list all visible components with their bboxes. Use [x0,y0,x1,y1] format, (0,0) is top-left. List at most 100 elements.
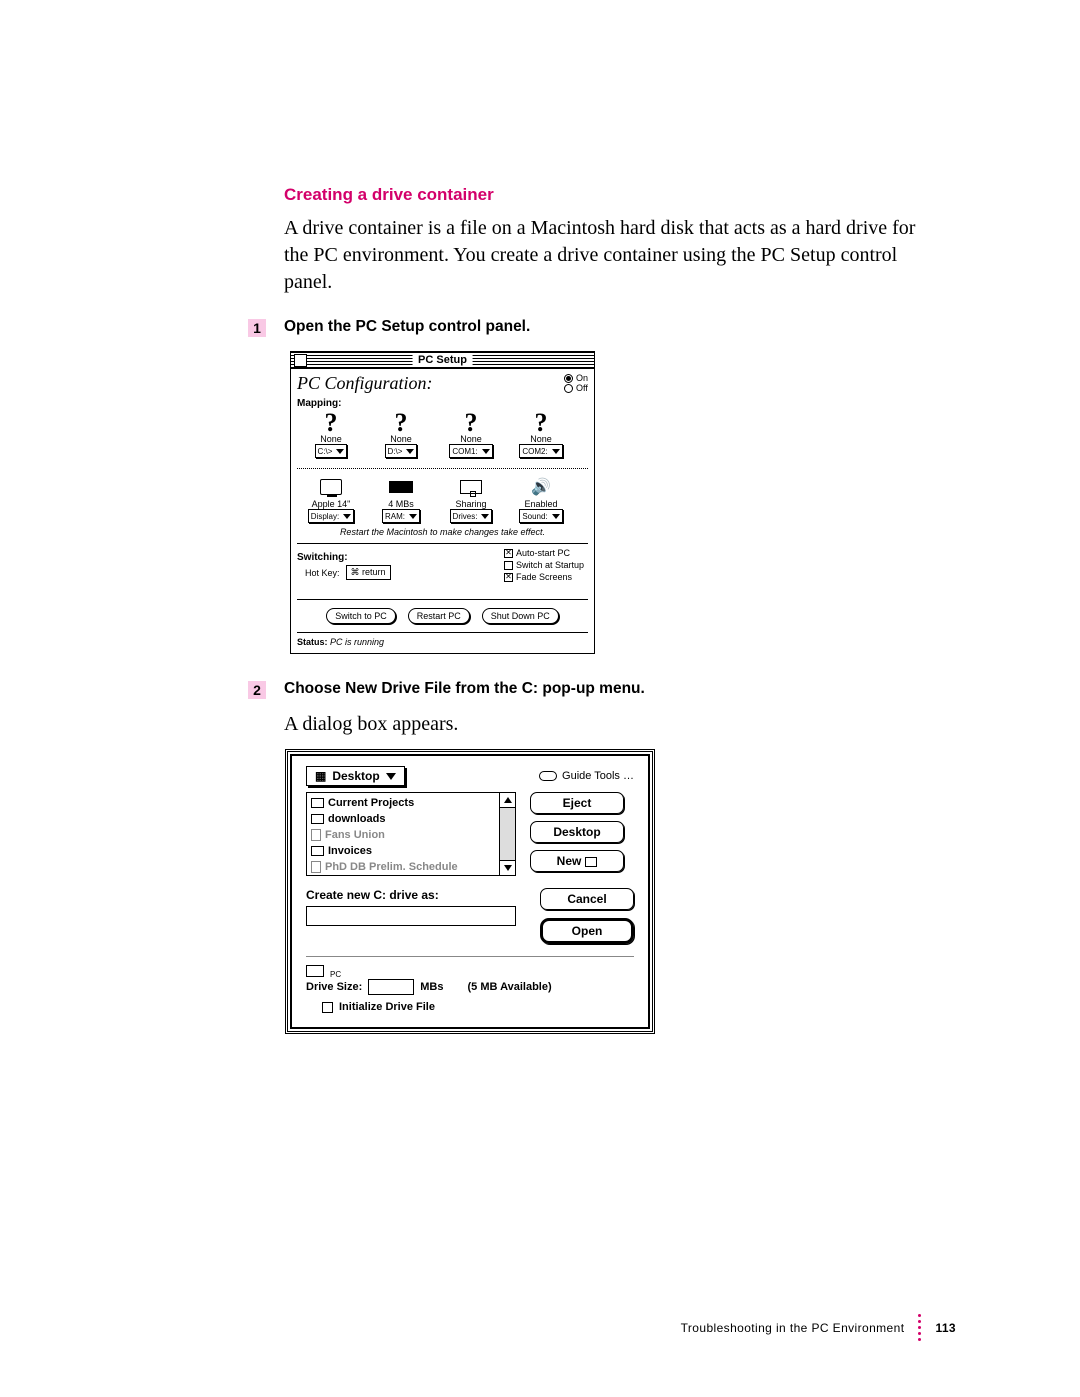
chevron-down-icon [343,514,351,519]
list-item[interactable]: Current Projects [311,795,495,811]
filename-input[interactable] [306,906,516,926]
chk-fade-label: Fade Screens [516,572,572,582]
cancel-button[interactable]: Cancel [540,888,634,910]
step-1-number: 1 [248,319,266,337]
map-c-label: None [303,434,359,444]
ram-label: 4 MBs [373,499,429,509]
radio-on-icon [564,374,573,383]
new-folder-icon [585,857,597,867]
config-heading: PC Configuration: [297,373,433,394]
available-label: (5 MB Available) [467,981,551,993]
file-name: downloads [328,813,385,825]
file-name: PhD DB Prelim. Schedule [325,861,458,873]
sharing-label: Sharing [443,499,499,509]
step-2: 2 Choose New Drive File from the C: pop-… [248,680,920,699]
speaker-icon: 🔊 [531,477,551,497]
chk-fade[interactable]: ✕Fade Screens [504,572,584,582]
status-bar: Status: PC is running [297,632,588,647]
sound-popup[interactable]: Sound: [519,509,562,523]
step-1-text: Open the PC Setup control panel. [284,318,530,336]
file-list[interactable]: Current Projects downloads Fans Union In… [306,792,516,876]
disk-icon [539,771,557,781]
divider [306,956,634,957]
step-1: 1 Open the PC Setup control panel. [248,318,920,337]
pc-icon [306,965,324,977]
file-name: Current Projects [328,797,414,809]
drives-popup[interactable]: Drives: [450,509,493,523]
chevron-down-icon [552,449,560,454]
com2-popup[interactable]: COM2: [519,444,562,458]
d-drive-popup[interactable]: D:\> [385,444,418,458]
question-icon: ? [513,411,569,434]
list-item[interactable]: downloads [311,811,495,827]
folder-icon [311,846,324,856]
section-heading: Creating a drive container [284,185,920,205]
setting-display: Apple 14" Display: [303,477,359,523]
new-folder-button[interactable]: New [530,850,624,872]
scroll-track[interactable] [500,808,515,860]
pc-setup-titlebar: PC Setup [290,351,595,369]
drive-size-label: Drive Size: [306,981,362,993]
list-item[interactable]: Invoices [311,843,495,859]
folder-icon [311,814,324,824]
chevron-down-icon [336,449,344,454]
arrow-up-icon [504,797,512,803]
list-item: PhD DB Prelim. Schedule [311,859,495,875]
initialize-checkbox[interactable]: Initialize Drive File [322,1001,634,1013]
radio-off-icon [564,384,573,393]
switch-to-pc-button[interactable]: Switch to PC [326,608,396,624]
hotkey-value[interactable]: ⌘ return [346,565,391,580]
eject-button[interactable]: Eject [530,792,624,814]
com1-popup[interactable]: COM1: [449,444,492,458]
scrollbar[interactable] [499,793,515,875]
open-button[interactable]: Open [540,918,634,944]
restart-pc-button[interactable]: Restart PC [408,608,470,624]
folder-popup[interactable]: ▦ Desktop [306,766,405,786]
checkbox-icon: ✕ [504,549,513,558]
footer-dots-icon [918,1314,921,1341]
desktop-button[interactable]: Desktop [530,821,624,843]
shutdown-pc-button[interactable]: Shut Down PC [482,608,559,624]
new-button-label: New [557,854,582,868]
window-title: PC Setup [412,354,473,366]
step-2-number: 2 [248,681,266,699]
radio-off-label: Off [576,384,588,394]
map-slot-com1: ? None COM1: [443,411,499,458]
map-com1-label: None [443,434,499,444]
close-box[interactable] [294,354,307,367]
com2-popup-text: COM2: [522,447,547,456]
chevron-down-icon [406,449,414,454]
chk-autostart-label: Auto-start PC [516,548,570,558]
ram-popup[interactable]: RAM: [382,509,420,523]
map-slot-d: ? None D:\> [373,411,429,458]
chk-autostart[interactable]: ✕Auto-start PC [504,548,584,558]
desktop-icon: ▦ [315,769,326,783]
document-icon [311,861,321,873]
map-com2-label: None [513,434,569,444]
mbs-label: MBs [420,981,443,993]
chip-icon [389,481,413,493]
sound-label: Enabled [513,499,569,509]
display-label: Apple 14" [303,499,359,509]
chevron-down-icon [386,773,396,780]
page-number: 113 [935,1321,956,1335]
drive-size-input[interactable] [368,979,414,995]
checkbox-icon: ✕ [504,573,513,582]
scroll-up-button[interactable] [500,793,515,808]
save-dialog: ▦ Desktop Guide Tools … Current Projects… [290,754,650,1029]
radio-off[interactable]: Off [564,384,588,394]
network-icon [460,480,482,494]
display-popup[interactable]: Display: [308,509,354,523]
ram-popup-text: RAM: [385,512,405,521]
chk-startup-label: Switch at Startup [516,560,584,570]
scroll-down-button[interactable] [500,860,515,875]
monitor-icon [320,479,342,495]
chk-switch-startup[interactable]: Switch at Startup [504,560,584,570]
file-name: Invoices [328,845,372,857]
disk-name: Guide Tools … [562,770,634,782]
document-icon [311,829,321,841]
disk-indicator: Guide Tools … [539,770,634,782]
setting-sharing: Sharing Drives: [443,477,499,523]
c-drive-popup[interactable]: C:\> [315,444,348,458]
create-as-label: Create new C: drive as: [306,888,526,902]
